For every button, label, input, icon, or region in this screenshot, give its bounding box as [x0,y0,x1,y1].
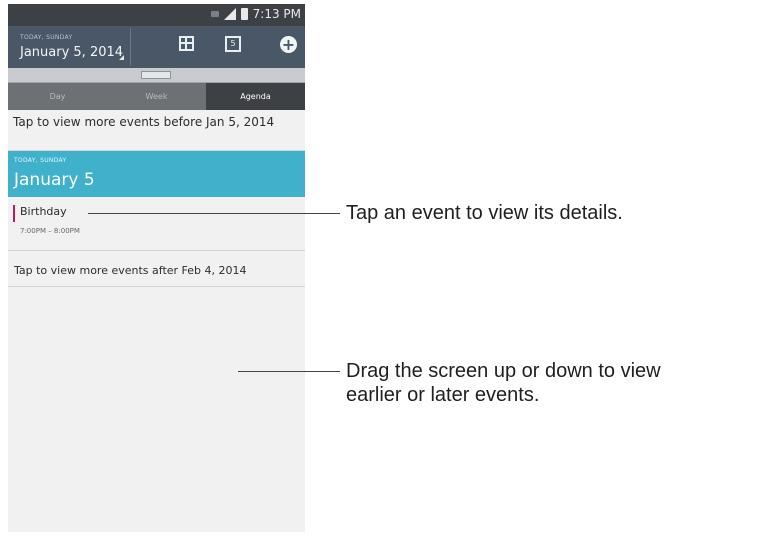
event-callout-line [88,213,340,214]
status-time: 7:13 PM [252,7,301,21]
action-bar: TODAY, SUNDAY January 5, 2014 5 + [8,26,305,68]
tab-agenda[interactable]: Agenda [206,83,305,110]
status-icons: 7:13 PM [210,7,301,21]
tab-week[interactable]: Week [107,83,206,110]
view-earlier-events-link[interactable]: Tap to view more events before Jan 5, 20… [8,111,305,151]
event-time: 7:00PM – 8:00PM [20,227,80,235]
today-icon[interactable]: 5 [225,36,241,52]
drag-callout-line-2: earlier or later events. [346,384,540,406]
drag-handle[interactable] [141,71,171,79]
view-tabs: Day Week Agenda [8,83,305,110]
mini-calendar-handle[interactable] [8,68,305,83]
event-color-bar [13,205,15,222]
day-header: TODAY, SUNDAY January 5 [8,151,305,197]
view-later-events-link[interactable]: Tap to view more events after Feb 4, 201… [8,251,305,287]
drag-callout-line [238,371,340,372]
event-callout-text: Tap an event to view its details. [346,202,623,224]
current-date: January 5, 2014 [20,45,124,60]
day-caption: TODAY, SUNDAY [14,157,67,164]
add-event-icon[interactable]: + [280,36,297,53]
event-title: Birthday [20,205,67,218]
drag-callout-text: Drag the screen up or down to view earli… [346,359,661,407]
signal-icon [223,8,236,20]
calendar-grid-icon[interactable] [179,36,194,51]
phone-screen: 7:13 PM TODAY, SUNDAY January 5, 2014 5 … [8,4,305,532]
drag-callout-line-1: Drag the screen up or down to view [346,360,661,382]
event-item[interactable]: Birthday 7:00PM – 8:00PM [8,200,305,251]
battery-icon [240,8,248,20]
notification-icon [210,11,219,17]
day-title: January 5 [14,170,95,190]
dropdown-indicator-icon [119,55,124,60]
tab-day[interactable]: Day [8,83,107,110]
date-caption: TODAY, SUNDAY [20,34,73,41]
status-bar: 7:13 PM [8,4,305,26]
date-selector[interactable]: TODAY, SUNDAY January 5, 2014 [8,28,131,66]
